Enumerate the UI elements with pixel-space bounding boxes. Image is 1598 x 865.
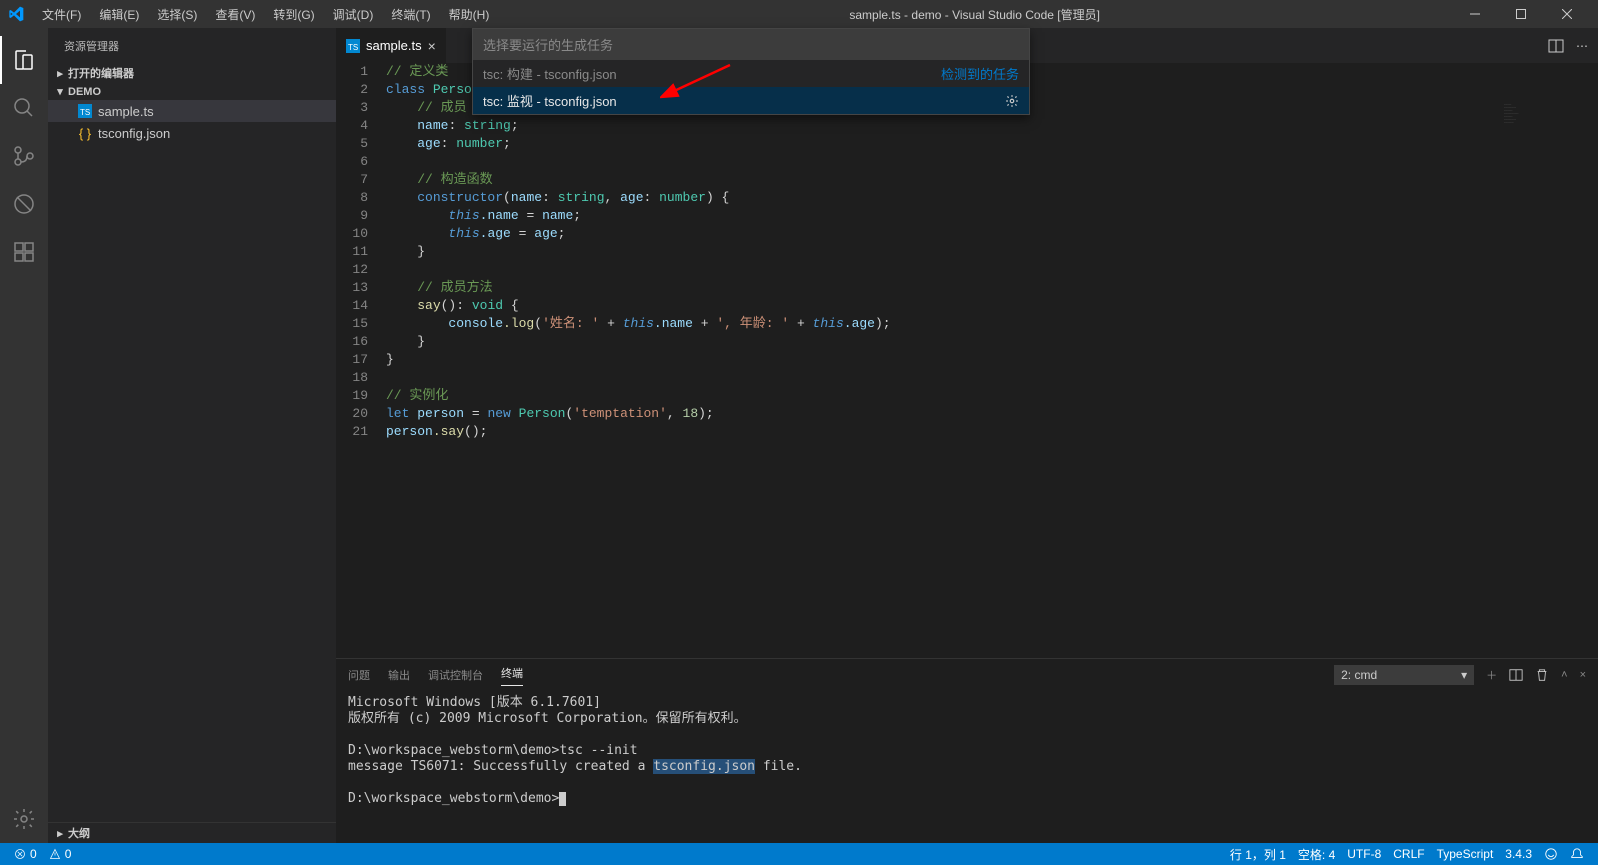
tab-sample-label: sample.ts (366, 38, 422, 53)
activity-bar (0, 28, 48, 843)
vscode-icon (8, 6, 24, 22)
quickpick-task-build[interactable]: tsc: 构建 - tsconfig.json 检测到的任务 (473, 60, 1029, 87)
activity-settings[interactable] (0, 795, 48, 843)
minimize-button[interactable] (1452, 0, 1498, 28)
quickpick-task-build-label: tsc: 构建 - tsconfig.json (483, 64, 617, 83)
menu-terminal[interactable]: 终端(T) (383, 2, 438, 27)
activity-search[interactable] (0, 84, 48, 132)
panel-close-icon[interactable]: × (1580, 669, 1586, 681)
status-lang[interactable]: TypeScript (1431, 846, 1500, 863)
status-feedback-icon[interactable] (1538, 846, 1564, 863)
panel-tabs: 问题 输出 调试控制台 终端 2: cmd ▾ ＋ ˄ (336, 659, 1598, 691)
panel-tab-debugconsole[interactable]: 调试控制台 (428, 667, 483, 683)
split-editor-icon[interactable] (1548, 38, 1564, 54)
quickpick: 选择要运行的生成任务 tsc: 构建 - tsconfig.json 检测到的任… (472, 28, 1030, 115)
close-button[interactable] (1544, 0, 1590, 28)
panel-maximize-icon[interactable]: ˄ (1561, 669, 1567, 681)
section-demo[interactable]: ▾ DEMO (48, 83, 336, 100)
menu-goto[interactable]: 转到(G) (265, 2, 322, 27)
section-open-editors[interactable]: ▸ 打开的编辑器 (48, 63, 336, 83)
status-ln-col[interactable]: 行 1，列 1 (1224, 846, 1292, 863)
file-sample-ts[interactable]: TS sample.ts (48, 100, 336, 122)
chevron-right-icon: ▸ (52, 67, 68, 80)
terminal-select-value: 2: cmd (1341, 668, 1377, 682)
gear-icon[interactable] (1005, 94, 1019, 108)
status-warnings[interactable]: 0 (43, 847, 78, 861)
terminal-body[interactable]: Microsoft Windows [版本 6.1.7601] 版权所有 (c)… (336, 691, 1598, 843)
window-controls (1452, 0, 1590, 28)
quickpick-detected-label: 检测到的任务 (941, 64, 1019, 83)
tab-actions: ⋯ (1548, 28, 1598, 63)
activity-extensions[interactable] (0, 228, 48, 276)
quickpick-task-watch[interactable]: tsc: 监视 - tsconfig.json (473, 87, 1029, 114)
sidebar: 资源管理器 ▸ 打开的编辑器 ▾ DEMO TS sample.ts { } t… (48, 28, 336, 843)
panel: 问题 输出 调试控制台 终端 2: cmd ▾ ＋ ˄ (336, 658, 1598, 843)
svg-text:TS: TS (348, 43, 358, 52)
file-sample-label: sample.ts (98, 104, 154, 119)
kill-terminal-icon[interactable] (1535, 668, 1549, 682)
split-terminal-icon[interactable] (1509, 668, 1523, 682)
code-content[interactable]: // 定义类 class Perso // 成员 name: string; a… (386, 63, 1598, 658)
gutter: 123456789101112131415161718192021 (336, 63, 386, 658)
status-encoding[interactable]: UTF-8 (1341, 846, 1387, 863)
status-warnings-count: 0 (65, 847, 72, 861)
menu-help[interactable]: 帮助(H) (441, 2, 498, 27)
file-tsconfig[interactable]: { } tsconfig.json (48, 122, 336, 144)
status-errors[interactable]: 0 (8, 847, 43, 861)
maximize-button[interactable] (1498, 0, 1544, 28)
main-menu: 文件(F) 编辑(E) 选择(S) 查看(V) 转到(G) 调试(D) 终端(T… (34, 2, 497, 27)
section-outline[interactable]: ▸ 大纲 (48, 822, 336, 843)
window-title: sample.ts - demo - Visual Studio Code [管… (497, 6, 1452, 23)
more-actions-icon[interactable]: ⋯ (1576, 39, 1588, 53)
activity-scm[interactable] (0, 132, 48, 180)
dropdown-icon: ▾ (1461, 668, 1467, 682)
status-notifications-icon[interactable] (1564, 846, 1590, 863)
menu-view[interactable]: 查看(V) (207, 2, 263, 27)
ts-file-icon: TS (76, 104, 94, 118)
status-spaces[interactable]: 空格: 4 (1292, 846, 1341, 863)
editor-body[interactable]: 123456789101112131415161718192021 // 定义类… (336, 63, 1598, 658)
editor-area: TS sample.ts × ⋯ 12345678910111213141516… (336, 28, 1598, 843)
status-eol[interactable]: CRLF (1387, 846, 1430, 863)
chevron-down-icon: ▾ (52, 85, 68, 98)
section-open-editors-label: 打开的编辑器 (68, 65, 134, 81)
panel-tab-terminal[interactable]: 终端 (501, 665, 523, 686)
menu-debug[interactable]: 调试(D) (325, 2, 382, 27)
svg-text:TS: TS (80, 108, 90, 117)
panel-tab-problems[interactable]: 问题 (348, 667, 370, 683)
activity-debug[interactable] (0, 180, 48, 228)
section-outline-label: 大纲 (68, 825, 90, 841)
status-ts-version[interactable]: 3.4.3 (1499, 846, 1538, 863)
tab-sample-ts[interactable]: TS sample.ts × (336, 28, 447, 63)
sidebar-title: 资源管理器 (48, 28, 336, 63)
menu-edit[interactable]: 编辑(E) (91, 2, 147, 27)
menu-file[interactable]: 文件(F) (34, 2, 89, 27)
tab-close-icon[interactable]: × (428, 38, 436, 54)
panel-tab-output[interactable]: 输出 (388, 667, 410, 683)
section-demo-label: DEMO (68, 86, 101, 98)
statusbar: 0 0 行 1，列 1 空格: 4 UTF-8 CRLF TypeScript … (0, 843, 1598, 865)
chevron-right-icon: ▸ (52, 827, 68, 840)
activity-explorer[interactable] (0, 36, 48, 84)
new-terminal-icon[interactable]: ＋ (1486, 667, 1497, 683)
ts-file-icon: TS (346, 39, 360, 53)
menu-select[interactable]: 选择(S) (149, 2, 205, 27)
json-file-icon: { } (76, 126, 94, 141)
quickpick-task-watch-label: tsc: 监视 - tsconfig.json (483, 91, 617, 110)
quickpick-input[interactable]: 选择要运行的生成任务 (473, 29, 1029, 60)
status-errors-count: 0 (30, 847, 37, 861)
terminal-select[interactable]: 2: cmd ▾ (1334, 665, 1474, 685)
titlebar: 文件(F) 编辑(E) 选择(S) 查看(V) 转到(G) 调试(D) 终端(T… (0, 0, 1598, 28)
file-tsconfig-label: tsconfig.json (98, 126, 170, 141)
